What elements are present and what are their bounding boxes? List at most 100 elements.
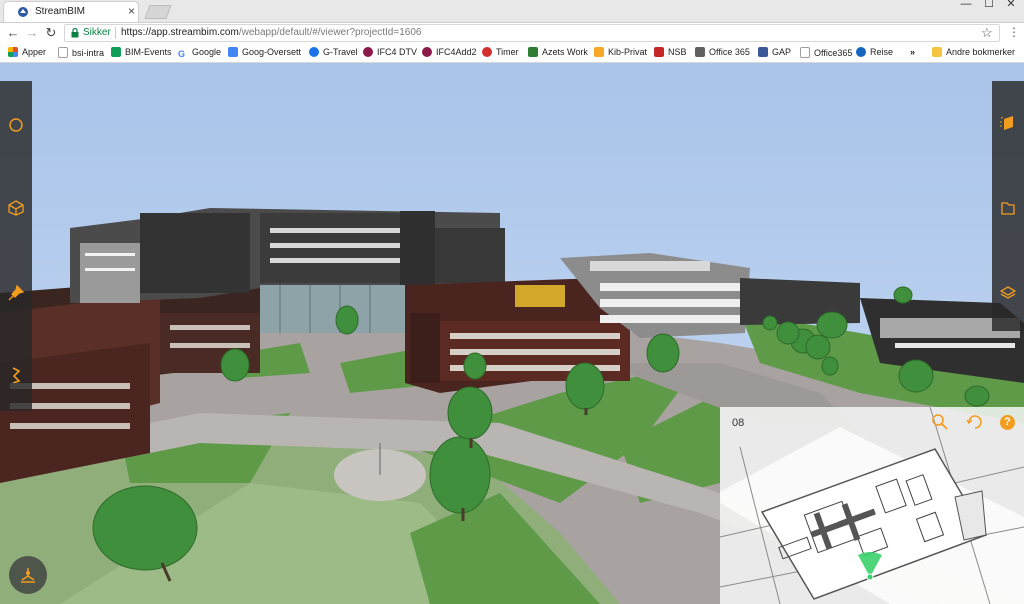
reload-icon[interactable]: ↻	[43, 25, 59, 41]
back-icon[interactable]: ←	[5, 25, 21, 41]
tab-strip: StreamBIM × — ☐ ✕	[0, 0, 1024, 23]
bookmark-g-travel[interactable]: G-Travel	[309, 47, 358, 57]
url-text[interactable]: https://app.streambim.com/webapp/default…	[121, 27, 421, 38]
bookmark-timer[interactable]: Timer	[482, 47, 519, 57]
bookmark-label: Timer	[496, 47, 519, 57]
browser-toolbar: ← → ↻ Sikker https://app.streambim.com/w…	[0, 23, 1024, 43]
maximize-icon[interactable]: ☐	[978, 0, 1000, 14]
bookmark-label: GAP	[772, 47, 792, 57]
apps-grid-icon	[8, 47, 18, 57]
bookmark-office-365[interactable]: Office 365	[695, 47, 750, 57]
bookmark-azets-work[interactable]: Azets Work	[528, 47, 588, 57]
bookmark-label: NSB	[668, 47, 687, 57]
azets-icon	[528, 47, 538, 57]
minimize-icon[interactable]: —	[955, 0, 977, 14]
measure-tool-button[interactable]	[0, 353, 32, 397]
bookmark-label: Reise	[870, 47, 894, 57]
sheet-icon	[111, 47, 121, 57]
bookmark-other[interactable]: Andre bokmerker	[932, 47, 1015, 57]
help-button[interactable]: ?	[1000, 415, 1015, 430]
streambim-favicon-icon	[18, 7, 28, 17]
url-path: /webapp/default/#/viewer?projectId=1606	[238, 27, 422, 38]
bookmark-label: G-Travel	[323, 47, 358, 57]
bookmark-ifc4add2[interactable]: IFC4Add2	[422, 47, 477, 57]
bookmark-goog-oversett[interactable]: Goog-Oversett	[228, 47, 301, 57]
tab-title: StreamBIM	[35, 6, 86, 17]
measure-icon	[12, 367, 21, 383]
page-icon	[58, 47, 68, 58]
bookmark-reise[interactable]: Reise	[856, 47, 893, 57]
travel-icon	[309, 47, 319, 57]
bookmark-gap[interactable]: GAP	[758, 47, 791, 57]
bookmark-label: Andre bokmerker	[946, 47, 1016, 57]
section-box-button[interactable]	[992, 101, 1024, 145]
model-tool-button[interactable]	[0, 186, 32, 230]
address-bar[interactable]: Sikker https://app.streambim.com/webapp/…	[64, 24, 1000, 42]
left-toolbar	[0, 81, 32, 411]
select-tool-button[interactable]	[0, 103, 32, 147]
bookmark-label: Kib-Privat	[608, 47, 648, 57]
bookmark-label: Apper	[22, 47, 47, 57]
bookmark-bim-events[interactable]: BIM-Events	[111, 47, 172, 57]
rotate-icon[interactable]	[966, 413, 984, 431]
new-tab-button[interactable]	[144, 5, 172, 19]
bookmark-label: Goog-Oversett	[242, 47, 302, 57]
bookmark-kib-privat[interactable]: Kib-Privat	[594, 47, 647, 57]
lock-icon	[71, 28, 79, 38]
floor-plan-minimap[interactable]: 08 ?	[720, 407, 1024, 604]
circle-icon	[9, 118, 23, 132]
folder-icon	[932, 47, 942, 57]
ifc-icon	[363, 47, 373, 57]
bookmark-label: IFC4 DTV	[377, 47, 418, 57]
bookmark-bsi-intra[interactable]: bsi-intra	[58, 47, 104, 58]
bookmark-label: Google	[192, 47, 222, 57]
bookmark-google[interactable]: G Google	[178, 47, 221, 59]
tab-close-icon[interactable]: ×	[128, 4, 135, 18]
bookmark-office365[interactable]: Office365	[800, 47, 852, 58]
ifc-icon	[422, 47, 432, 57]
bookmark-label: Office365	[814, 48, 853, 58]
secure-label: Sikker	[83, 27, 111, 38]
bookmark-label: BIM-Events	[125, 47, 172, 57]
pin-tool-button[interactable]	[0, 271, 32, 315]
search-icon[interactable]	[931, 413, 949, 431]
google-icon: G	[178, 49, 188, 59]
page-icon	[800, 47, 810, 58]
pin-icon	[8, 285, 24, 301]
office-icon	[695, 47, 705, 57]
bookmark-label: IFC4Add2	[436, 47, 477, 57]
close-window-icon[interactable]: ✕	[1000, 0, 1022, 14]
bookmark-star-icon[interactable]: ☆	[981, 25, 993, 41]
timer-icon	[482, 47, 492, 57]
bookmark-apper[interactable]: Apper	[8, 47, 46, 57]
bookmarks-overflow-button[interactable]: »	[910, 47, 915, 57]
bookmark-label: Azets Work	[542, 47, 588, 57]
browser-menu-icon[interactable]: ⋮	[1008, 25, 1020, 39]
layers-icon	[1000, 286, 1016, 299]
facebook-icon	[758, 47, 768, 57]
forward-icon[interactable]: →	[24, 25, 40, 41]
viewpoint-button[interactable]	[9, 556, 47, 594]
floor-label: 08	[732, 417, 745, 429]
bookmark-nsb[interactable]: NSB	[654, 47, 687, 57]
globe-icon	[856, 47, 866, 57]
viewpoint-icon	[21, 568, 35, 583]
layers-button[interactable]	[992, 271, 1024, 315]
bookmark-label: Office 365	[709, 47, 750, 57]
right-toolbar	[992, 81, 1024, 331]
document-button[interactable]	[992, 186, 1024, 230]
kib-icon	[594, 47, 604, 57]
bookmark-ifc4-dtv[interactable]: IFC4 DTV	[363, 47, 417, 57]
url-host: https://app.streambim.com	[121, 27, 239, 38]
translate-icon	[228, 47, 238, 57]
nsb-icon	[654, 47, 664, 57]
box-icon	[8, 200, 24, 216]
section-box-icon	[1000, 116, 1013, 130]
document-icon	[1001, 202, 1015, 215]
floor-plan-drawing	[720, 407, 1024, 604]
browser-tab[interactable]: StreamBIM ×	[3, 1, 139, 22]
bookmark-label: bsi-intra	[72, 48, 105, 58]
bookmarks-bar: Apper bsi-intra BIM-Events G Google Goog-…	[0, 44, 1024, 63]
bim-3d-viewer[interactable]: 08 ?	[0, 63, 1024, 604]
url-separator	[115, 27, 116, 39]
